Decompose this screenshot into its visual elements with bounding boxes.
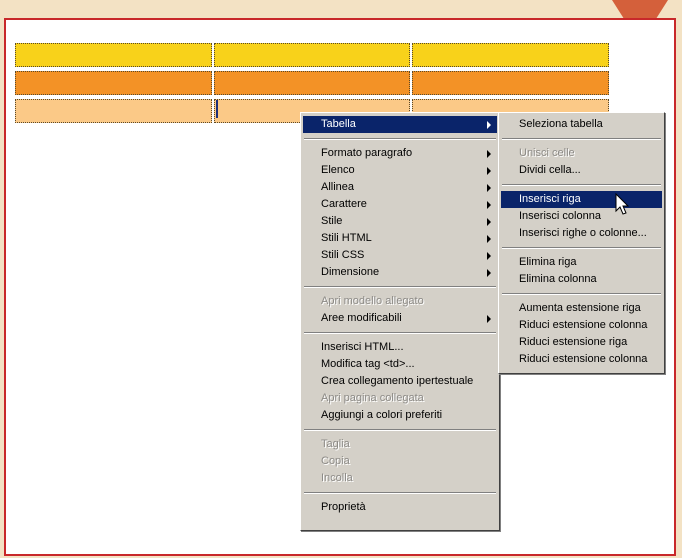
menu-item-label: Inserisci colonna	[519, 210, 601, 222]
table-cell[interactable]	[15, 71, 212, 95]
menu-item-label: Proprietà	[321, 501, 366, 513]
menu-item-label: Copia	[321, 455, 350, 467]
menu-item-label: Unisci celle	[519, 147, 575, 159]
menu-separator	[502, 184, 661, 186]
menu-item-label: Carattere	[321, 198, 367, 210]
menu-separator	[304, 492, 496, 494]
submenu-arrow-icon	[487, 167, 491, 175]
submenu-item-riduci-estensione-colonna-2[interactable]: Riduci estensione colonna	[501, 351, 662, 368]
submenu-item-inserisci-colonna[interactable]: Inserisci colonna	[501, 208, 662, 225]
menu-item-label: Apri modello allegato	[321, 295, 424, 307]
menu-item-label: Stili HTML	[321, 232, 372, 244]
menu-item-label: Inserisci HTML...	[321, 341, 404, 353]
submenu-arrow-icon	[487, 150, 491, 158]
submenu-item-elimina-riga[interactable]: Elimina riga	[501, 254, 662, 271]
menu-separator	[502, 138, 661, 140]
submenu-arrow-icon	[487, 235, 491, 243]
table-cell[interactable]	[15, 43, 212, 67]
submenu-arrow-icon	[487, 269, 491, 277]
table-cell[interactable]	[213, 43, 411, 67]
menu-item-label: Incolla	[321, 472, 353, 484]
menu-item-label: Riduci estensione colonna	[519, 319, 648, 331]
menu-item-stili-css[interactable]: Stili CSS	[303, 247, 497, 264]
menu-item-inserisci-html[interactable]: Inserisci HTML...	[303, 339, 497, 356]
menu-item-label: Stile	[321, 215, 343, 227]
menu-item-incolla: Incolla	[303, 470, 497, 487]
table-cell[interactable]	[213, 71, 411, 95]
menu-item-label: Elenco	[321, 164, 355, 176]
menu-item-crea-collegamento[interactable]: Crea collegamento ipertestuale	[303, 373, 497, 390]
menu-item-label: Riduci estensione colonna	[519, 353, 648, 365]
menu-separator	[304, 429, 496, 431]
submenu-item-riduci-estensione-riga[interactable]: Riduci estensione riga	[501, 334, 662, 351]
menu-item-label: Dividi cella...	[519, 164, 581, 176]
submenu-item-riduci-estensione-colonna[interactable]: Riduci estensione colonna	[501, 317, 662, 334]
menu-separator	[304, 138, 496, 140]
table-cell[interactable]	[412, 43, 610, 67]
menu-item-label: Tabella	[321, 118, 356, 130]
table-row	[15, 71, 610, 95]
menu-item-apri-pagina-collegata: Apri pagina collegata	[303, 390, 497, 407]
submenu-item-inserisci-righe-colonne[interactable]: Inserisci righe o colonne...	[501, 225, 662, 242]
table-cell[interactable]	[412, 71, 610, 95]
menu-separator	[304, 332, 496, 334]
submenu-item-aumenta-estensione-riga[interactable]: Aumenta estensione riga	[501, 300, 662, 317]
submenu-arrow-icon	[487, 184, 491, 192]
menu-separator	[502, 293, 661, 295]
menu-item-label: Inserisci righe o colonne...	[519, 227, 647, 239]
menu-item-label: Modifica tag <td>...	[321, 358, 415, 370]
menu-item-label: Aggiungi a colori preferiti	[321, 409, 443, 421]
menu-item-allinea[interactable]: Allinea	[303, 179, 497, 196]
menu-item-carattere[interactable]: Carattere	[303, 196, 497, 213]
submenu-arrow-icon	[487, 315, 491, 323]
menu-item-label: Riduci estensione riga	[519, 336, 628, 348]
menu-item-label: Allinea	[321, 181, 355, 193]
menu-item-proprieta[interactable]: Proprietà	[303, 499, 497, 516]
submenu-arrow-icon	[487, 252, 491, 260]
menu-item-modifica-tag[interactable]: Modifica tag <td>...	[303, 356, 497, 373]
mouse-pointer-icon	[615, 193, 630, 215]
menu-item-dimensione[interactable]: Dimensione	[303, 264, 497, 281]
context-menu: Tabella Formato paragrafo Elenco Allinea…	[300, 112, 500, 531]
menu-item-elenco[interactable]: Elenco	[303, 162, 497, 179]
menu-item-label: Inserisci riga	[519, 193, 581, 205]
menu-item-stile[interactable]: Stile	[303, 213, 497, 230]
text-cursor	[216, 100, 218, 118]
menu-item-label: Aree modificabili	[321, 312, 402, 324]
menu-item-label: Seleziona tabella	[519, 118, 603, 130]
tabella-submenu: Seleziona tabella Unisci celle Dividi ce…	[498, 112, 665, 374]
submenu-item-elimina-colonna[interactable]: Elimina colonna	[501, 271, 662, 288]
menu-item-label: Aumenta estensione riga	[519, 302, 641, 314]
menu-separator	[304, 286, 496, 288]
submenu-item-unisci-celle: Unisci celle	[501, 145, 662, 162]
menu-item-aree-modificabili[interactable]: Aree modificabili	[303, 310, 497, 327]
menu-item-label: Formato paragrafo	[321, 147, 413, 159]
menu-item-aggiungi-colori-preferiti[interactable]: Aggiungi a colori preferiti	[303, 407, 497, 424]
submenu-arrow-icon	[487, 218, 491, 226]
menu-item-apri-modello-allegato: Apri modello allegato	[303, 293, 497, 310]
menu-item-copia: Copia	[303, 453, 497, 470]
submenu-item-seleziona-tabella[interactable]: Seleziona tabella	[501, 116, 662, 133]
menu-item-label: Elimina riga	[519, 256, 577, 268]
menu-item-label: Dimensione	[321, 266, 380, 278]
submenu-arrow-icon	[487, 201, 491, 209]
menu-item-label: Elimina colonna	[519, 273, 597, 285]
submenu-arrow-icon	[487, 121, 491, 129]
menu-item-label: Stili CSS	[321, 249, 365, 261]
submenu-item-dividi-cella[interactable]: Dividi cella...	[501, 162, 662, 179]
table-row	[15, 43, 610, 67]
menu-item-taglia: Taglia	[303, 436, 497, 453]
menu-item-label: Apri pagina collegata	[321, 392, 424, 404]
menu-separator	[502, 247, 661, 249]
menu-item-tabella[interactable]: Tabella	[303, 116, 497, 133]
menu-item-label: Crea collegamento ipertestuale	[321, 375, 474, 387]
table-cell[interactable]	[15, 99, 212, 123]
menu-item-stili-html[interactable]: Stili HTML	[303, 230, 497, 247]
menu-item-formato-paragrafo[interactable]: Formato paragrafo	[303, 145, 497, 162]
submenu-item-inserisci-riga[interactable]: Inserisci riga	[501, 191, 662, 208]
menu-item-label: Taglia	[321, 438, 350, 450]
